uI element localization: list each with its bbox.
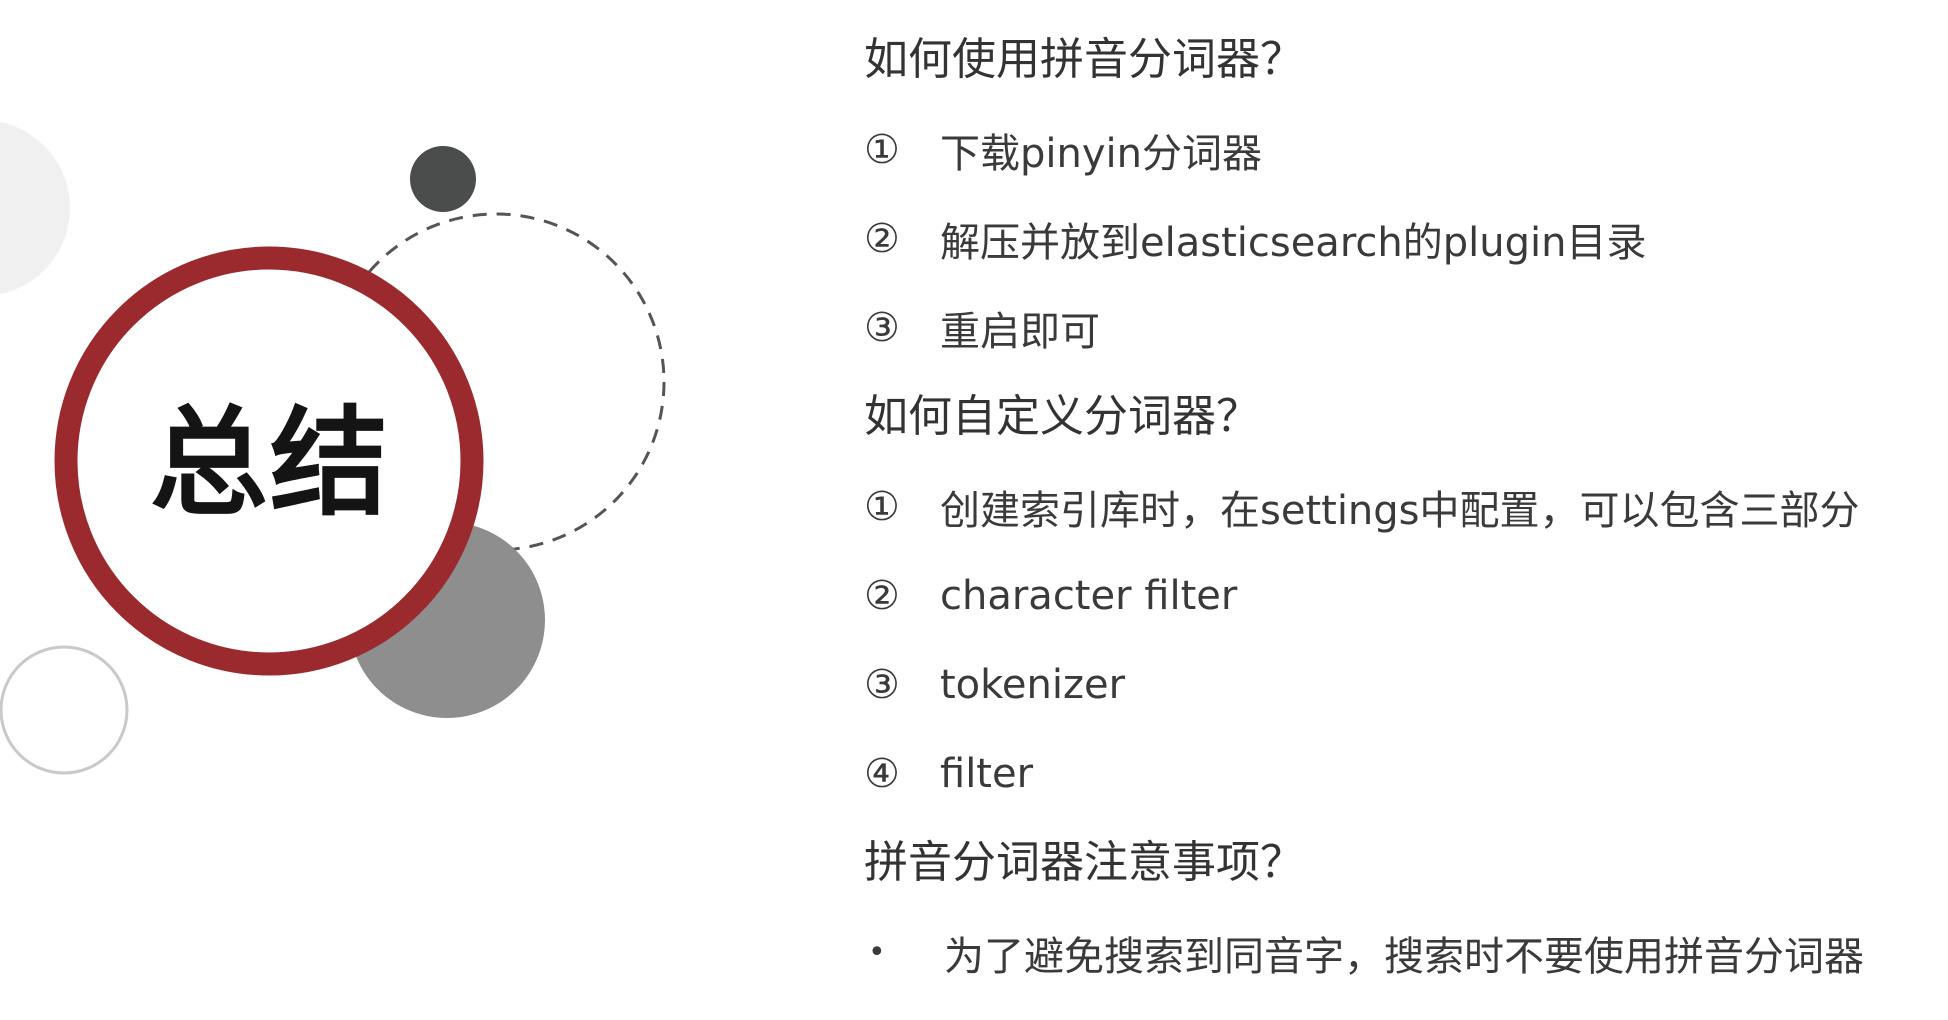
list-item-text: 解压并放到elasticsearch的plugin目录 bbox=[940, 219, 1647, 266]
section-heading: 如何使用拼音分词器？ bbox=[864, 34, 1304, 85]
list-item: ① 创建索引库时，在settings中配置，可以包含三部分 bbox=[864, 475, 1934, 538]
light-gray-blob bbox=[0, 121, 70, 295]
list-item: ③ tokenizer bbox=[864, 653, 1934, 716]
list-item: ④ filter bbox=[864, 742, 1934, 805]
section-pinyin-usage: 如何使用拼音分词器？ ① 下载pinyin分词器 ② 解压并放到elastics… bbox=[864, 28, 1934, 359]
section-heading: 拼音分词器注意事项？ bbox=[864, 837, 1304, 888]
list-item-text: character filter bbox=[940, 572, 1238, 619]
slide-title: 总结 bbox=[149, 394, 390, 532]
section-heading: 如何自定义分词器？ bbox=[864, 391, 1260, 442]
list-item-text: 为了避免搜索到同音字，搜索时不要使用拼音分词器 bbox=[944, 933, 1864, 980]
circled-number-marker: ① bbox=[864, 483, 900, 530]
list-item: ③ 重启即可 bbox=[864, 296, 1934, 359]
section-custom-analyzer: 如何自定义分词器？ ① 创建索引库时，在settings中配置，可以包含三部分 … bbox=[864, 385, 1934, 805]
circled-number-marker: ① bbox=[864, 126, 900, 173]
section-pinyin-notes: 拼音分词器注意事项？ • 为了避免搜索到同音字，搜索时不要使用拼音分词器 bbox=[864, 831, 1934, 984]
outline-circle bbox=[0, 645, 129, 775]
dark-circle bbox=[410, 146, 476, 212]
list-item-text: 创建索引库时，在settings中配置，可以包含三部分 bbox=[940, 487, 1860, 534]
circled-number-marker: ② bbox=[864, 215, 900, 262]
circled-number-marker: ③ bbox=[864, 661, 900, 708]
bullet-marker: • bbox=[868, 935, 886, 970]
list-item-text: 下载pinyin分词器 bbox=[940, 130, 1262, 177]
list-item: • 为了避免搜索到同音字，搜索时不要使用拼音分词器 bbox=[864, 921, 1934, 984]
circled-number-marker: ④ bbox=[864, 750, 900, 797]
circled-number-marker: ③ bbox=[864, 304, 900, 351]
list-item-text: 重启即可 bbox=[940, 308, 1100, 355]
list-item: ② character filter bbox=[864, 564, 1934, 627]
slide: 总结 如何使用拼音分词器？ ① 下载pinyin分词器 ② 解压并放到elast… bbox=[0, 0, 1948, 1020]
list-item-text: tokenizer bbox=[940, 661, 1126, 708]
list-item: ② 解压并放到elasticsearch的plugin目录 bbox=[864, 207, 1934, 270]
circled-number-marker: ② bbox=[864, 572, 900, 619]
list-item: ① 下载pinyin分词器 bbox=[864, 118, 1934, 181]
content-panel: 如何使用拼音分词器？ ① 下载pinyin分词器 ② 解压并放到elastics… bbox=[864, 28, 1934, 1010]
list-item-text: filter bbox=[940, 750, 1034, 797]
